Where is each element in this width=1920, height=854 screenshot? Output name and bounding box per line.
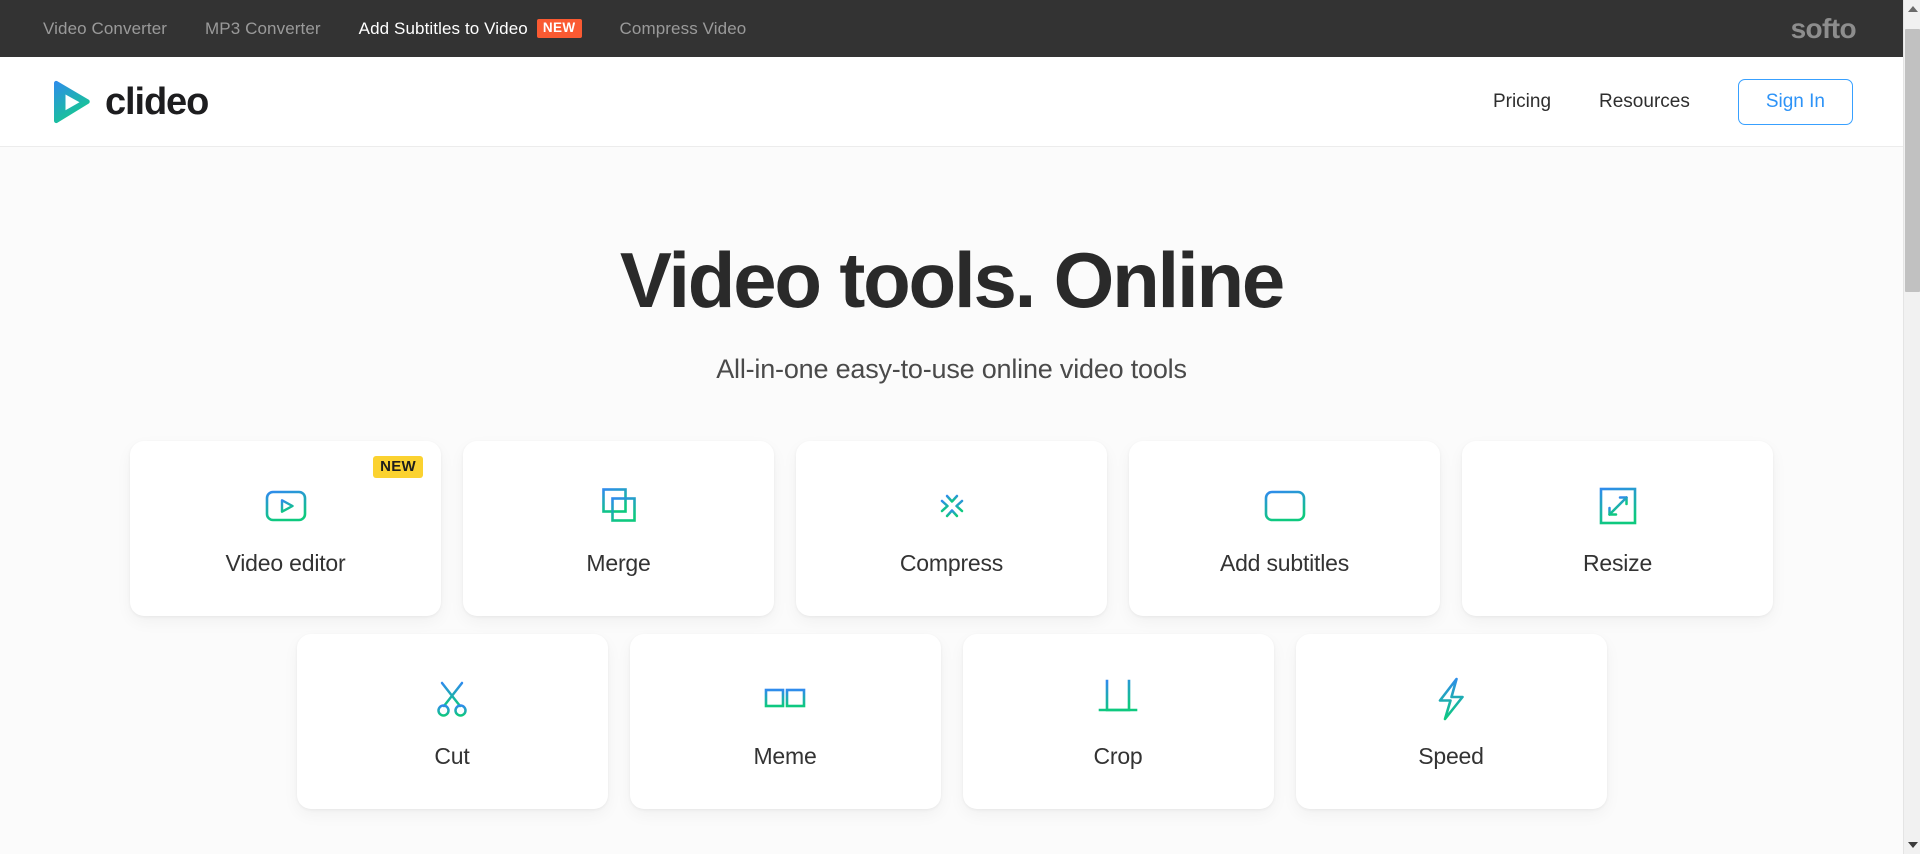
topbar-link-add-subtitles-wrap: Add Subtitles to Video NEW (359, 19, 582, 39)
header-nav: Pricing Resources Sign In (1493, 78, 1853, 125)
topbar-link-compress-video[interactable]: Compress Video (620, 19, 747, 39)
tool-card-resize[interactable]: Resize (1462, 440, 1773, 616)
tool-card-add-subtitles[interactable]: Add subtitles (1129, 440, 1440, 616)
clideo-logo-text: clideo (105, 80, 209, 123)
topbar-link-mp3-converter[interactable]: MP3 Converter (205, 19, 321, 39)
promo-link-list: Video Converter MP3 Converter Add Subtit… (43, 19, 746, 39)
glasses-icon (757, 673, 813, 725)
crop-icon (1096, 673, 1140, 725)
sign-in-button[interactable]: Sign In (1737, 78, 1853, 125)
topbar-new-badge: NEW (536, 19, 582, 38)
merge-icon (596, 480, 642, 532)
browser-viewport: Video Converter MP3 Converter Add Subtit… (0, 0, 1920, 854)
nav-link-pricing[interactable]: Pricing (1493, 91, 1551, 113)
add-subtitles-icon (1262, 480, 1308, 532)
scroll-up-arrow-icon[interactable] (1904, 0, 1920, 18)
tool-card-video-editor[interactable]: NEW Video editor (130, 440, 441, 616)
tool-card-compress[interactable]: Compress (796, 440, 1107, 616)
tool-label-merge: Merge (586, 549, 651, 576)
tool-label-meme: Meme (753, 742, 817, 769)
page-subtitle: All-in-one easy-to-use online video tool… (716, 353, 1187, 384)
scissors-icon (430, 673, 474, 725)
play-triangle-gradient-icon (50, 80, 92, 124)
vertical-scrollbar[interactable] (1903, 0, 1920, 854)
vertical-scrollbar-thumb[interactable] (1905, 29, 1920, 292)
tool-label-compress: Compress (899, 549, 1004, 576)
clideo-logo[interactable]: clideo (50, 80, 209, 124)
tool-label-speed: Speed (1418, 742, 1484, 769)
tool-card-merge[interactable]: Merge (463, 440, 774, 616)
compress-icon (928, 480, 976, 532)
tool-card-cut[interactable]: Cut (296, 633, 608, 809)
tools-grid: NEW Video editor Merge Compress Add subt… (0, 440, 1903, 809)
tool-label-video-editor: Video editor (225, 549, 346, 576)
video-editor-new-badge: NEW (373, 455, 423, 478)
softo-brand-logo[interactable]: softo (1791, 13, 1857, 45)
scroll-down-arrow-icon[interactable] (1904, 836, 1920, 854)
site-header: clideo Pricing Resources Sign In (0, 57, 1903, 147)
tool-label-resize: Resize (1582, 549, 1653, 576)
lightning-bolt-icon (1431, 673, 1471, 725)
tool-label-crop: Crop (1093, 742, 1143, 769)
tools-row-2: Cut Meme Crop Speed (0, 633, 1903, 809)
nav-link-resources[interactable]: Resources (1599, 91, 1690, 113)
page-content: Video Converter MP3 Converter Add Subtit… (0, 0, 1903, 854)
tools-row-1: NEW Video editor Merge Compress Add subt… (0, 440, 1903, 616)
tool-label-add-subtitles: Add subtitles (1219, 549, 1350, 576)
tool-card-crop[interactable]: Crop (962, 633, 1274, 809)
hero-section: Video tools. Online All-in-one easy-to-u… (0, 147, 1903, 385)
tool-card-meme[interactable]: Meme (629, 633, 941, 809)
topbar-link-video-converter[interactable]: Video Converter (43, 19, 167, 39)
page-title: Video tools. Online (619, 236, 1285, 324)
tool-card-speed[interactable]: Speed (1295, 633, 1607, 809)
topbar-link-add-subtitles[interactable]: Add Subtitles to Video (359, 19, 528, 39)
tool-label-cut: Cut (434, 742, 470, 769)
video-editor-icon (263, 480, 309, 532)
promo-topbar: Video Converter MP3 Converter Add Subtit… (0, 0, 1903, 57)
resize-icon (1596, 480, 1640, 532)
